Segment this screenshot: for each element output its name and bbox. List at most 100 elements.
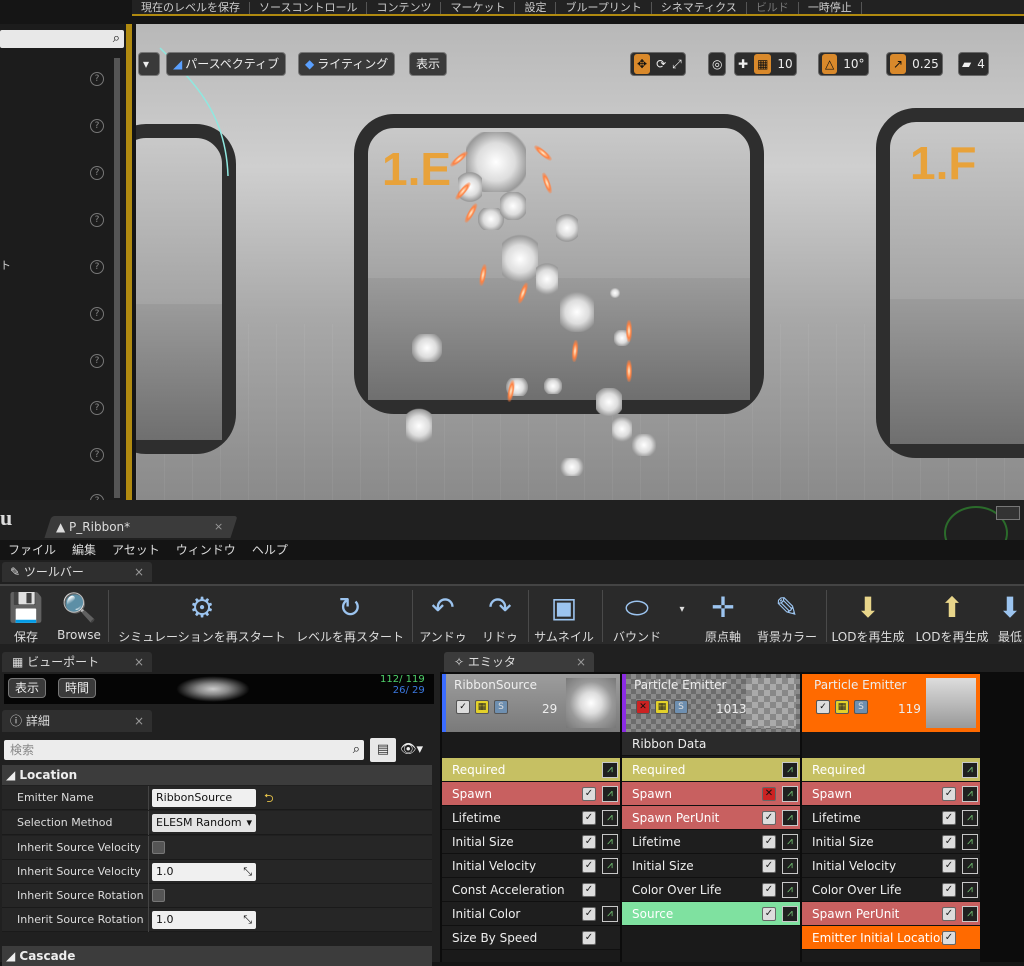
selection-method-dropdown[interactable]: ELESM Random ▾	[152, 814, 256, 832]
camera-speed-icon[interactable]: ▰	[962, 57, 971, 71]
module-row[interactable]: Required ⩘	[802, 758, 980, 782]
emitter-header[interactable]: Particle Emitter ✕ ▦ S 1013	[622, 674, 800, 732]
module-enable-checkbox[interactable]: ✓	[942, 883, 956, 897]
viewport-tab[interactable]: ▦ ビューポート ×	[2, 652, 152, 672]
scale-snap-icon[interactable]: ↗	[890, 54, 907, 74]
curve-graph-icon[interactable]: ⩘	[962, 858, 978, 874]
enable-toggle-icon[interactable]: ✓	[816, 700, 830, 714]
module-row[interactable]: Initial Velocity ✓ ⩘	[442, 854, 620, 878]
module-row[interactable]: Spawn PerUnit ✓ ⩘	[802, 902, 980, 926]
module-enable-checkbox[interactable]: ✓	[582, 787, 596, 801]
menu-asset[interactable]: アセット	[104, 540, 168, 560]
curve-graph-icon[interactable]: ⩘	[962, 906, 978, 922]
menu-save-level[interactable]: 現在のレベルを保存	[132, 2, 250, 14]
curve-graph-icon[interactable]: ⩘	[602, 762, 618, 778]
solo-icon[interactable]: ▦	[835, 700, 849, 714]
module-row[interactable]: Lifetime ✓ ⩘	[442, 806, 620, 830]
curve-graph-icon[interactable]: ⩘	[782, 762, 798, 778]
background-color-button[interactable]: ✎ 背景カラー	[752, 588, 822, 645]
module-enable-checkbox[interactable]: ✓	[582, 907, 596, 921]
close-icon[interactable]: ×	[134, 710, 144, 732]
property-matrix-button[interactable]: ▤	[370, 738, 396, 762]
curve-graph-icon[interactable]: ⩘	[962, 786, 978, 802]
module-enable-checkbox[interactable]: ✓	[762, 859, 776, 873]
particle-preview-viewport[interactable]: 表示 時間 112/ 119 26/ 29	[4, 674, 434, 704]
lowest-lod-button[interactable]: ⬇ 最低	[996, 588, 1024, 645]
translate-icon[interactable]: ✥	[634, 54, 651, 74]
module-row[interactable]: Initial Size ✓ ⩘	[442, 830, 620, 854]
surface-snap-icon[interactable]: ✚	[738, 57, 748, 71]
close-icon[interactable]: ×	[214, 520, 223, 533]
module-enable-checkbox[interactable]: ✓	[942, 811, 956, 825]
left-search-input[interactable]: ⌕	[0, 30, 124, 48]
module-enable-checkbox[interactable]: ✓	[582, 931, 596, 945]
emitter-column[interactable]: Particle Emitter ✓ ▦ S 119 Required ⩘ Spawn ✓ ⩘ Li…	[802, 674, 980, 962]
emitter-column[interactable]: Particle Emitter ✕ ▦ S 1013 Ribbon Data Requir…	[622, 674, 800, 962]
curve-graph-icon[interactable]: ⩘	[782, 810, 798, 826]
module-row[interactable]: Color Over Life ✓ ⩘	[622, 878, 800, 902]
curve-graph-icon[interactable]: ⩘	[602, 834, 618, 850]
module-row[interactable]: Required ⩘	[622, 758, 800, 782]
perspective-button[interactable]: ◢ パースペクティブ	[166, 52, 287, 76]
module-row[interactable]: Initial Size ✓ ⩘	[802, 830, 980, 854]
module-row[interactable]: Emitter Initial Location ✓	[802, 926, 980, 950]
render-mode-icon[interactable]: S	[674, 700, 688, 714]
close-icon[interactable]: ×	[576, 652, 586, 672]
emitters-tab[interactable]: ✧ エミッタ ×	[444, 652, 594, 672]
rotation-snap-value[interactable]: 10°	[843, 57, 864, 71]
thumbnail-button[interactable]: ▣ サムネイル	[532, 588, 596, 645]
grid-snap-value[interactable]: 10	[777, 57, 792, 71]
bounds-dropdown[interactable]: ▾	[674, 604, 690, 615]
help-icon[interactable]: ?	[90, 72, 104, 86]
details-tab[interactable]: ⓘ 詳細 ×	[2, 710, 152, 732]
save-button[interactable]: 💾 保存	[4, 588, 48, 645]
typedata-module[interactable]: Ribbon Data	[622, 732, 800, 756]
render-mode-icon[interactable]: S	[494, 700, 508, 714]
curve-graph-icon[interactable]: ⩘	[962, 882, 978, 898]
menu-blueprint[interactable]: ブループリント	[556, 2, 652, 14]
module-row[interactable]: Lifetime ✓ ⩘	[622, 830, 800, 854]
module-enable-checkbox[interactable]: ✓	[762, 835, 776, 849]
module-row[interactable]: Spawn ✕ ⩘	[622, 782, 800, 806]
menu-build[interactable]: ビルド	[747, 2, 799, 14]
module-row[interactable]: Lifetime ✓ ⩘	[802, 806, 980, 830]
curve-graph-icon[interactable]: ⩘	[602, 906, 618, 922]
level-viewport[interactable]: 1.E 1.F ▾ ◢ パースペクティブ ◆ ライティング 表示 ✥ ⟳ ⤢ ◎ ✚ ▦ 1…	[136, 24, 1024, 500]
module-row[interactable]: Spawn ✓ ⩘	[442, 782, 620, 806]
curve-graph-icon[interactable]: ⩘	[782, 786, 798, 802]
regen-lod-button[interactable]: ⬇ LODを再生成	[830, 588, 906, 645]
module-enable-checkbox[interactable]: ✓	[942, 907, 956, 921]
module-row[interactable]: Spawn PerUnit ✓ ⩘	[622, 806, 800, 830]
enable-toggle-icon[interactable]: ✕	[636, 700, 650, 714]
help-icon[interactable]: ?	[90, 166, 104, 180]
module-enable-checkbox[interactable]: ✓	[762, 907, 776, 921]
scrollbar[interactable]	[114, 58, 120, 498]
world-local-toggle[interactable]: ◎	[708, 52, 727, 76]
restart-level-button[interactable]: ↻ レベルを再スタート	[294, 588, 406, 645]
help-icon[interactable]: ?	[90, 401, 104, 415]
menu-content[interactable]: コンテンツ	[367, 2, 442, 14]
module-row[interactable]: Spawn ✓ ⩘	[802, 782, 980, 806]
rotate-icon[interactable]: ⟳	[656, 57, 666, 71]
curve-graph-icon[interactable]: ⩘	[602, 858, 618, 874]
menu-pause[interactable]: 一時停止	[799, 2, 862, 14]
grid-snap-icon[interactable]: ▦	[754, 54, 772, 74]
location-category[interactable]: ◢ Location	[2, 765, 432, 785]
origin-axis-button[interactable]: ✛ 原点軸	[698, 588, 748, 645]
module-row[interactable]: Initial Velocity ✓ ⩘	[802, 854, 980, 878]
help-icon[interactable]: ?	[90, 213, 104, 227]
preview-show-button[interactable]: 表示	[8, 678, 47, 698]
emitter-header[interactable]: RibbonSource ✓ ▦ S 29	[442, 674, 620, 732]
undo-button[interactable]: ↶ アンドゥ	[416, 588, 470, 645]
curve-graph-icon[interactable]: ⩘	[962, 834, 978, 850]
module-enable-checkbox[interactable]: ✓	[942, 859, 956, 873]
menu-source-control[interactable]: ソースコントロール	[250, 2, 368, 14]
module-enable-checkbox[interactable]: ✓	[582, 883, 596, 897]
emitter-column[interactable]: RibbonSource ✓ ▦ S 29 Required ⩘ Spawn ✓ ⩘ Lifetim…	[442, 674, 620, 962]
solo-icon[interactable]: ▦	[475, 700, 489, 714]
reset-icon[interactable]: ⮌	[264, 789, 274, 810]
toolbar-tab[interactable]: ✎ ツールバー ×	[2, 562, 152, 582]
redo-button[interactable]: ↷ リドゥ	[474, 588, 526, 645]
module-enable-checkbox[interactable]: ✓	[762, 811, 776, 825]
inherit-velocity-scale-input[interactable]: 1.0 ⤡	[152, 863, 256, 881]
